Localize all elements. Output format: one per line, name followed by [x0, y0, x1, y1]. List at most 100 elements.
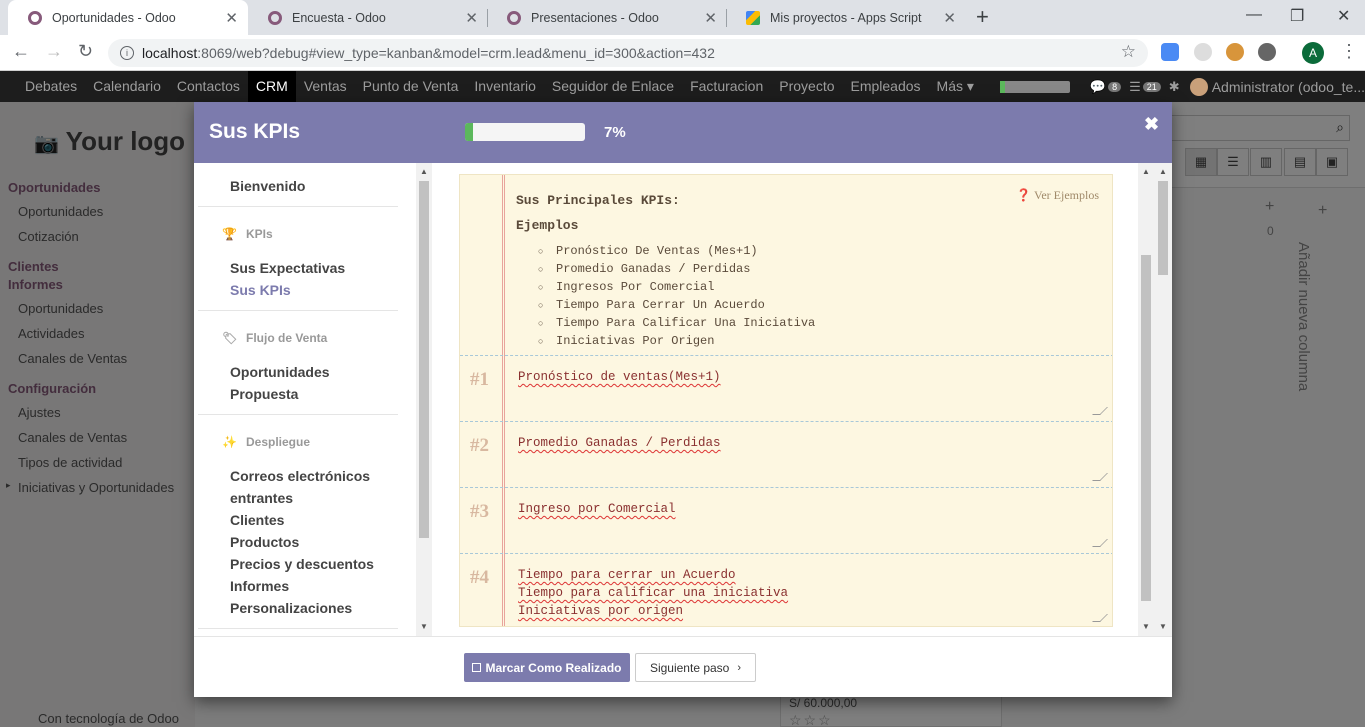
nav-mas-label: Más — [936, 78, 963, 94]
new-tab-icon[interactable]: + — [976, 4, 989, 30]
tab-title: Oportunidades - Odoo — [52, 10, 176, 25]
see-examples-label: Ver Ejemplos — [1034, 188, 1099, 202]
kpi-textarea-2[interactable]: Promedio Ganadas / Perdidas — [518, 434, 721, 452]
scroll-up-icon[interactable]: ▲ — [1142, 167, 1150, 176]
step-sus-kpis[interactable]: Sus KPIs — [230, 282, 291, 298]
scroll-down-icon[interactable]: ▼ — [1142, 622, 1150, 631]
step-personalizaciones[interactable]: Personalizaciones — [230, 600, 352, 616]
tab-title: Mis proyectos - Apps Script — [770, 10, 922, 25]
nav-ventas[interactable]: Ventas — [296, 71, 355, 102]
step-productos[interactable]: Productos — [230, 534, 299, 550]
step-correos-entrantes[interactable]: entrantes — [230, 490, 293, 506]
activities-badge: 21 — [1142, 81, 1161, 92]
step-informes[interactable]: Informes — [230, 578, 289, 594]
browser-tab-encuesta[interactable]: Encuesta - Odoo ✕ — [248, 0, 488, 35]
group-despliegue: ✨ Despliegue — [222, 435, 310, 449]
nav-empleados[interactable]: Empleados — [843, 71, 929, 102]
step-precios-y-descuentos[interactable]: Precios y descuentos — [230, 556, 374, 572]
debug-bug-icon[interactable]: ✱ — [1169, 79, 1180, 95]
browser-menu-icon[interactable]: ⋮ — [1340, 41, 1358, 62]
scrollbar-thumb[interactable] — [1141, 255, 1151, 601]
nav-calendario[interactable]: Calendario — [85, 71, 169, 102]
close-tab-icon[interactable]: ✕ — [225, 9, 238, 27]
nav-debates[interactable]: Debates — [17, 71, 85, 102]
kpi-number: #3 — [470, 501, 489, 522]
trophy-icon: 🏆 — [222, 227, 237, 241]
user-menu[interactable]: Administrator (odoo_te... — [1212, 79, 1365, 95]
kpi-textarea-3[interactable]: Ingreso por Comercial — [518, 500, 676, 518]
systray: 💬 8 ☰ 21 ✱ Administrator (odoo_te... — [999, 71, 1365, 102]
site-info-icon[interactable]: i — [120, 46, 134, 60]
onboarding-progress-mini[interactable] — [999, 80, 1070, 93]
scroll-down-icon[interactable]: ▼ — [1159, 622, 1167, 631]
resize-handle-icon[interactable] — [1092, 614, 1108, 622]
group-deploy-label: Despliegue — [246, 435, 311, 449]
close-tab-icon[interactable]: ✕ — [704, 9, 717, 27]
nav-inventario[interactable]: Inventario — [466, 71, 543, 102]
content-scrollbar[interactable]: ▲ ▼ — [1138, 163, 1154, 636]
step-propuesta[interactable]: Propuesta — [230, 386, 298, 402]
back-icon[interactable]: ← — [12, 41, 30, 62]
scrollbar-thumb[interactable] — [419, 181, 429, 538]
nav-scrollbar[interactable]: ▲ ▼ — [416, 163, 432, 636]
scroll-up-icon[interactable]: ▲ — [420, 167, 428, 176]
restore-icon[interactable]: ❐ — [1290, 6, 1304, 26]
example-item: Promedio Ganadas / Perdidas — [556, 260, 815, 278]
translate-extension-icon[interactable] — [1161, 43, 1179, 61]
examples-list: Pronóstico De Ventas (Mes+1) Promedio Ga… — [556, 242, 815, 350]
nav-punto-de-venta[interactable]: Punto de Venta — [355, 71, 467, 102]
scroll-down-icon[interactable]: ▼ — [420, 622, 428, 631]
see-examples-link[interactable]: ❓ Ver Ejemplos — [1016, 188, 1099, 203]
reload-icon[interactable]: ↻ — [78, 41, 93, 62]
minimize-icon[interactable]: — — [1246, 6, 1262, 24]
messages-badge: 8 — [1108, 81, 1122, 92]
step-clientes[interactable]: Clientes — [230, 512, 284, 528]
nav-seguidor-de-enlace[interactable]: Seguidor de Enlace — [544, 71, 682, 102]
step-sus-expectativas[interactable]: Sus Expectativas — [230, 260, 345, 276]
url-path: :8069/web?debug#view_type=kanban&model=c… — [197, 45, 715, 61]
browser-tab-presentaciones[interactable]: Presentaciones - Odoo ✕ — [487, 0, 727, 35]
browser-tab-oportunidades[interactable]: Oportunidades - Odoo ✕ — [8, 0, 248, 35]
kpi-textarea-1[interactable]: Pronóstico de ventas(Mes+1) — [518, 368, 721, 386]
close-icon[interactable]: ✖ — [1144, 114, 1159, 135]
extension-icon[interactable] — [1258, 43, 1276, 61]
mark-done-button[interactable]: Marcar Como Realizado — [464, 653, 630, 682]
close-tab-icon[interactable]: ✕ — [465, 9, 478, 27]
apps-script-favicon-icon — [746, 10, 760, 25]
nav-crm[interactable]: CRM — [247, 71, 296, 102]
cookie-extension-icon[interactable] — [1226, 43, 1244, 61]
kpi-number: #2 — [470, 435, 489, 456]
nav-proyecto[interactable]: Proyecto — [771, 71, 842, 102]
kpi-number: #1 — [470, 369, 489, 390]
url-field[interactable]: i localhost:8069/web?debug#view_type=kan… — [108, 39, 1148, 67]
resize-handle-icon[interactable] — [1092, 407, 1108, 415]
next-step-button[interactable]: Siguiente paso › — [635, 653, 756, 682]
modal-progress-label: 7% — [604, 124, 626, 141]
nav-mas[interactable]: Más ▾ — [929, 71, 982, 102]
resize-handle-icon[interactable] — [1092, 473, 1108, 481]
kpi-textarea-4[interactable]: Tiempo para cerrar un Acuerdo Tiempo par… — [518, 566, 788, 620]
tag-icon: 🏷 — [222, 331, 238, 345]
nav-contactos[interactable]: Contactos — [169, 71, 248, 102]
step-bienvenido[interactable]: Bienvenido — [230, 178, 305, 194]
forward-icon[interactable]: → — [45, 41, 63, 62]
resize-handle-icon[interactable] — [1092, 539, 1108, 547]
modal-title: Sus KPIs — [209, 120, 301, 143]
step-oportunidades[interactable]: Oportunidades — [230, 364, 330, 380]
activities-icon[interactable]: ☰ — [1129, 79, 1141, 95]
user-avatar[interactable] — [1189, 77, 1208, 96]
messages-icon[interactable]: 💬 — [1090, 79, 1106, 95]
page-scrollbar[interactable]: ▲ ▼ — [1154, 163, 1172, 636]
group-kpis-label: KPIs — [246, 227, 273, 241]
scrollbar-thumb[interactable] — [1158, 181, 1168, 275]
magic-wand-icon: ✨ — [222, 435, 237, 449]
profile-avatar[interactable]: A — [1302, 42, 1324, 64]
scroll-up-icon[interactable]: ▲ — [1159, 167, 1167, 176]
bookmark-star-icon[interactable]: ☆ — [1121, 42, 1136, 62]
close-window-icon[interactable]: ✕ — [1337, 6, 1350, 26]
step-correos-electronicos[interactable]: Correos electrónicos — [230, 468, 370, 484]
close-tab-icon[interactable]: ✕ — [943, 9, 956, 27]
extension-icon[interactable] — [1194, 43, 1212, 61]
browser-tab-apps-script[interactable]: Mis proyectos - Apps Script ✕ — [726, 0, 966, 35]
nav-facturacion[interactable]: Facturacion — [682, 71, 771, 102]
